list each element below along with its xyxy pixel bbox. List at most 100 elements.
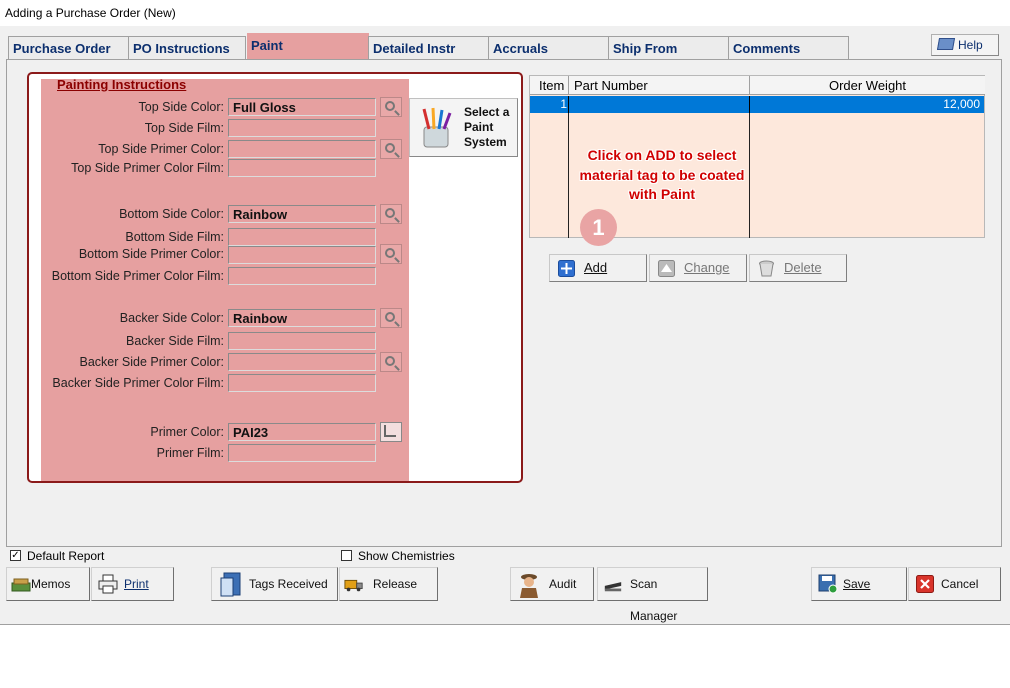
window-title: Adding a Purchase Order (New) (0, 0, 1010, 26)
save-disk-icon (818, 574, 838, 594)
scan-manager-button[interactable]: Scan Manager (597, 567, 708, 623)
help-button[interactable]: Help (931, 34, 999, 56)
step-number-badge: 1 (580, 209, 617, 246)
grid-header-order-weight[interactable]: Order Weight (750, 76, 985, 95)
edit-pencil-icon (383, 424, 396, 437)
trash-bin-icon (759, 260, 774, 277)
print-button[interactable]: Print (91, 567, 174, 601)
select-paint-system-label: Select a Paint System (464, 105, 510, 149)
tab-po-instructions[interactable]: PO Instructions (128, 36, 246, 59)
top-side-primer-color-field[interactable] (228, 140, 376, 158)
print-label: Print (124, 577, 149, 591)
auditor-person-icon (520, 574, 538, 598)
magnifier-icon (384, 355, 395, 366)
magnifier-icon (384, 207, 395, 218)
instruction-callout: Click on ADD to select material tag to b… (579, 147, 745, 202)
magnifier-icon (384, 311, 395, 322)
add-button[interactable]: Add (549, 254, 647, 282)
grid-header-item[interactable]: Item (530, 76, 569, 95)
bottom-side-primer-color-label: Bottom Side Primer Color: (78, 247, 224, 261)
bottom-side-color-field[interactable]: Rainbow (228, 205, 376, 223)
paint-brushes-cup-icon (422, 107, 452, 148)
tags-received-button[interactable]: Tags Received (211, 567, 338, 601)
primer-film-label: Primer Film: (156, 446, 224, 460)
backer-side-primer-color-film-field[interactable] (228, 374, 376, 392)
bottom-side-primer-color-film-label: Bottom Side Primer Color Film: (51, 269, 224, 283)
tab-purchase-order[interactable]: Purchase Order (8, 36, 130, 59)
cancel-button[interactable]: Cancel (908, 567, 1001, 601)
table-row[interactable]: 1 12,000 (530, 96, 984, 113)
top-side-film-label: Top Side Film: (144, 121, 224, 135)
default-report-label: Default Report (27, 549, 105, 563)
change-triangle-icon (658, 260, 675, 277)
audit-button[interactable]: Audit (510, 567, 594, 601)
backer-side-color-lookup-button[interactable] (380, 308, 402, 328)
primer-color-edit-button[interactable] (380, 422, 402, 442)
add-button-label: Add (584, 260, 608, 275)
help-label: Help (958, 38, 983, 52)
printer-icon (98, 574, 118, 594)
top-side-primer-color-lookup-button[interactable] (380, 139, 402, 159)
top-side-primer-color-film-field[interactable] (228, 159, 376, 177)
top-side-color-lookup-button[interactable] (380, 97, 402, 117)
top-side-primer-color-film-label: Top Side Primer Color Film: (71, 161, 224, 175)
change-button[interactable]: Change (649, 254, 747, 282)
save-label: Save (843, 577, 871, 591)
show-chemistries-label: Show Chemistries (358, 549, 455, 563)
bottom-side-primer-color-film-field[interactable] (228, 267, 376, 285)
release-button[interactable]: Release (339, 567, 438, 601)
backer-side-color-label: Backer Side Color: (119, 311, 224, 325)
change-button-label: Change (684, 260, 730, 275)
memos-button[interactable]: Memos (6, 567, 90, 601)
tab-comments[interactable]: Comments (728, 36, 849, 59)
magnifier-icon (384, 142, 395, 153)
tab-ship-from[interactable]: Ship From (608, 36, 729, 59)
cancel-label: Cancel (941, 577, 979, 591)
bottom-side-primer-color-lookup-button[interactable] (380, 244, 402, 264)
bottom-side-color-lookup-button[interactable] (380, 204, 402, 224)
primer-color-field[interactable]: PAI23 (228, 423, 376, 441)
top-side-color-label: Top Side Color: (138, 100, 224, 114)
top-side-film-field[interactable] (228, 119, 376, 137)
show-chemistries-checkbox[interactable] (341, 550, 352, 561)
add-plus-icon (558, 260, 575, 277)
memos-label: Memos (31, 577, 71, 591)
backer-side-primer-color-label: Backer Side Primer Color: (79, 355, 225, 369)
bottom-side-color-label: Bottom Side Color: (119, 207, 224, 221)
memos-icon (11, 578, 31, 592)
bottom-side-primer-color-field[interactable] (228, 246, 376, 264)
primer-film-field[interactable] (228, 444, 376, 462)
primer-color-label: Primer Color: (150, 425, 224, 439)
release-label: Release (373, 577, 418, 591)
grid-divider (568, 113, 569, 238)
help-book-icon (936, 38, 956, 50)
audit-label: Audit (549, 577, 577, 591)
delete-button[interactable]: Delete (749, 254, 847, 282)
tab-accruals[interactable]: Accruals (488, 36, 609, 59)
backer-side-primer-color-field[interactable] (228, 353, 376, 371)
purchase-order-window: Adding a Purchase Order (New) Purchase O… (0, 0, 1010, 625)
tags-received-icon (220, 572, 241, 597)
painting-instructions-title: Painting Instructions (57, 77, 187, 92)
select-paint-system-button[interactable]: Select a Paint System (409, 98, 518, 157)
delete-button-label: Delete (784, 260, 822, 275)
tags-received-label: Tags Received (249, 577, 328, 591)
row-order-weight: 12,000 (943, 97, 980, 111)
bottom-side-film-field[interactable] (228, 228, 376, 246)
close-icon (916, 575, 934, 593)
backer-side-film-field[interactable] (228, 332, 376, 350)
truck-icon (344, 579, 363, 592)
backer-side-primer-color-lookup-button[interactable] (380, 352, 402, 372)
top-side-primer-color-label: Top Side Primer Color: (98, 142, 224, 156)
backer-side-color-field[interactable]: Rainbow (228, 309, 376, 327)
magnifier-icon (384, 100, 395, 111)
grid-header-part-number[interactable]: Part Number (569, 76, 750, 95)
backer-side-primer-color-film-label: Backer Side Primer Color Film: (52, 376, 224, 390)
default-report-checkbox[interactable]: ✓ (10, 550, 21, 561)
scan-manager-label: Scan Manager (630, 577, 678, 623)
row-item: 1 (560, 97, 567, 111)
save-button[interactable]: Save (811, 567, 907, 601)
top-side-color-field[interactable]: Full Gloss (228, 98, 376, 116)
tab-detailed-instr[interactable]: Detailed Instr (368, 36, 489, 59)
magnifier-icon (384, 247, 395, 258)
